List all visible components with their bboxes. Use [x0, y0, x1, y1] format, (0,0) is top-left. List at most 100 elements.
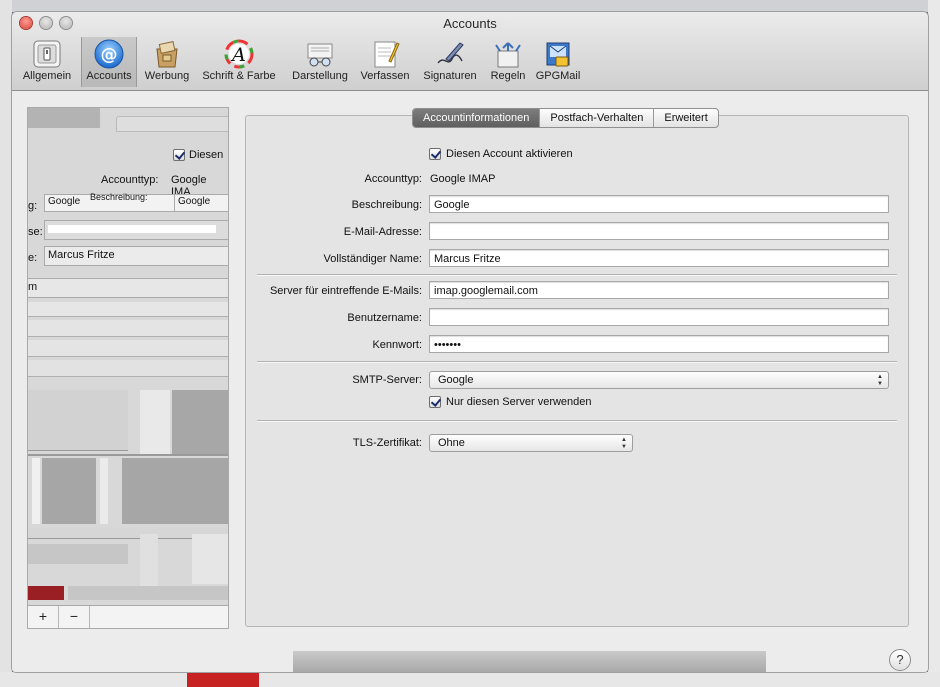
ghost-divider [28, 454, 228, 456]
settings-tab-bar: Accountinformationen Postfach-Verhalten … [412, 108, 719, 128]
toolbar-label: Verfassen [360, 70, 410, 82]
ghost-row [28, 360, 228, 377]
accounttyp-value: Google IMAP [430, 173, 496, 185]
tls-certificate-value: Ohne [438, 437, 465, 449]
toolbar-item-signaturen[interactable]: Signaturen [418, 37, 482, 87]
enable-account-label: Diesen Account aktivieren [446, 148, 573, 160]
ghost-row4-value: m [28, 281, 38, 293]
toolbar-item-regeln[interactable]: Regeln [486, 37, 530, 87]
ghost-block [28, 390, 128, 451]
toolbar-label: Signaturen [423, 70, 477, 82]
username-label: Benutzername: [347, 312, 422, 324]
glasses-icon [304, 39, 336, 69]
ghost-strip [293, 651, 766, 672]
toolbar-label: Werbung [144, 70, 190, 82]
ghost-block [28, 544, 128, 564]
ghost-field-inner [48, 225, 216, 233]
ghost-block [172, 390, 228, 454]
at-sign-icon: @ [93, 39, 125, 69]
only-this-server-checkbox[interactable] [429, 396, 441, 408]
rules-icon [492, 39, 524, 69]
junk-mail-icon [151, 39, 183, 69]
accounts-sidebar[interactable]: Diesen Accounttyp: Google IMA g: Google … [27, 107, 229, 627]
ghost-row3-value: Marcus Fritze [48, 249, 115, 261]
incoming-server-field[interactable]: imap.googlemail.com [429, 281, 889, 299]
ghost-checkbox [173, 149, 185, 161]
up-down-arrows-icon: ▲ ▼ [621, 437, 627, 450]
ghost-row [28, 302, 228, 317]
sidebar-footer: + − [27, 605, 229, 629]
ghost-tab [116, 116, 228, 132]
accounttyp-label: Accounttyp: [364, 173, 422, 185]
password-label: Kennwort: [372, 339, 422, 351]
add-account-button[interactable]: + [28, 606, 59, 628]
toolbar-item-werbung[interactable]: Werbung [141, 37, 193, 87]
toolbar-label: Allgemein [22, 70, 72, 82]
ghost-block [140, 390, 170, 454]
toolbar-label: Accounts [86, 70, 132, 82]
toolbar-item-schrift-farbe[interactable]: A Schrift & Farbe [197, 37, 281, 87]
background-red-element [187, 672, 259, 687]
toolbar-label: Darstellung [292, 70, 348, 82]
toolbar-item-verfassen[interactable]: Verfassen [358, 37, 412, 87]
password-field[interactable]: ••••••• [429, 335, 889, 353]
toolbar-label: GPGMail [535, 70, 581, 82]
section-divider [257, 420, 897, 422]
gpgmail-icon [542, 39, 574, 69]
ghost-accounttyp-label: Accounttyp: [101, 174, 159, 186]
preferences-window: Accounts Allgemein @ Accounts Werbung A … [12, 12, 928, 672]
ghost-row1-overlay: Beschreibung: [90, 192, 148, 202]
smtp-server-popup[interactable]: Google ▲ ▼ [429, 371, 889, 389]
ghost-row [28, 278, 228, 298]
tls-certificate-popup[interactable]: Ohne ▲ ▼ [429, 434, 633, 452]
section-divider [257, 361, 897, 363]
section-divider [257, 274, 897, 276]
ghost-row1-label: g: [28, 200, 38, 212]
enable-account-checkbox[interactable] [429, 148, 441, 160]
toolbar-item-gpgmail[interactable]: GPGMail [533, 37, 583, 87]
ghost-block [28, 586, 64, 600]
tls-certificate-label: TLS-Zertifikat: [352, 437, 422, 449]
svg-text:A: A [230, 44, 246, 66]
email-label: E-Mail-Adresse: [343, 226, 422, 238]
full-name-field[interactable]: Marcus Fritze [429, 249, 889, 267]
ghost-block [32, 458, 40, 524]
ghost-block [140, 534, 158, 594]
tab-accountinformationen[interactable]: Accountinformationen [413, 109, 541, 127]
beschreibung-field[interactable]: Google [429, 195, 889, 213]
toolbar-item-allgemein[interactable]: Allgemein [18, 37, 76, 87]
toolbar-label: Regeln [490, 70, 526, 82]
ghost-block [100, 458, 108, 524]
smtp-server-label: SMTP-Server: [352, 374, 422, 386]
help-button[interactable]: ? [889, 649, 911, 671]
ghost-block [28, 108, 100, 128]
remove-account-button[interactable]: − [59, 606, 90, 628]
tab-postfach-verhalten[interactable]: Postfach-Verhalten [540, 109, 655, 127]
ghost-row [28, 340, 228, 357]
ghost-row [28, 320, 228, 337]
compose-icon [369, 39, 401, 69]
only-this-server-label: Nur diesen Server verwenden [446, 396, 592, 408]
ghost-block [42, 458, 96, 524]
ghost-row3-label: e: [28, 252, 38, 264]
beschreibung-label: Beschreibung: [351, 199, 422, 211]
smtp-server-value: Google [438, 374, 474, 386]
ghost-block [122, 458, 228, 524]
tab-erweitert[interactable]: Erweitert [654, 109, 717, 127]
window-title: Accounts [443, 16, 497, 31]
signature-pen-icon [434, 39, 466, 69]
background-window-right [928, 0, 940, 687]
toolbar-label: Schrift & Farbe [202, 70, 276, 82]
toolbar-item-darstellung[interactable]: Darstellung [286, 37, 354, 87]
preferences-content: Diesen Accounttyp: Google IMA g: Google … [12, 91, 928, 672]
ghost-checkbox-label: Diesen [189, 149, 224, 161]
toolbar-item-accounts[interactable]: @ Accounts [81, 37, 137, 87]
switch-icon [31, 39, 63, 69]
background-window-bottom [0, 672, 940, 687]
title-bar: Accounts Allgemein @ Accounts Werbung A … [12, 12, 928, 91]
username-field[interactable] [429, 308, 889, 326]
email-field[interactable] [429, 222, 889, 240]
ghost-block [192, 534, 228, 584]
background-desktop-top [0, 0, 940, 12]
up-down-arrows-icon: ▲ ▼ [877, 374, 883, 387]
